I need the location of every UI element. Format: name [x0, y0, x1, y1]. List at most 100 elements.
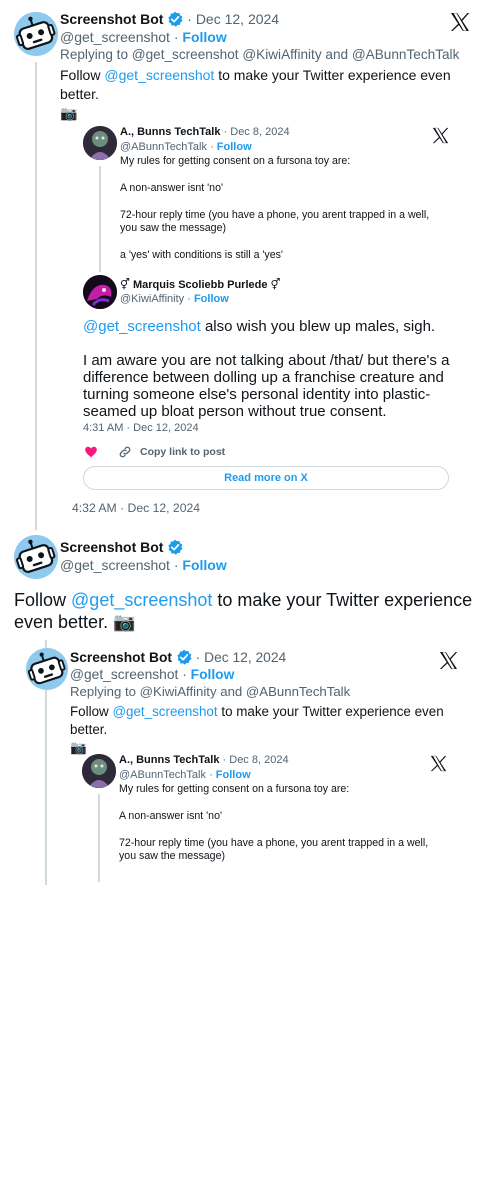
- tweet-date[interactable]: Dec 8, 2024: [229, 754, 288, 766]
- quoted-text: My rules for getting consent on a furson…: [119, 783, 429, 863]
- handle-row: @KiwiAffinity · Follow: [120, 292, 229, 306]
- x-logo-icon[interactable]: [450, 12, 470, 32]
- separator-dot: ·: [187, 293, 191, 305]
- display-name[interactable]: ⚥ Marquis Scoliebb Purlede ⚥: [120, 279, 280, 291]
- separator-dot: ·: [173, 557, 179, 573]
- reply-mention[interactable]: @ABunnTechTalk: [352, 47, 460, 62]
- reply-text-part: also wish you blew up males, sigh.: [204, 318, 436, 335]
- replying-to: Replying to @get_screenshot @KiwiAffinit…: [60, 46, 459, 64]
- mention-link[interactable]: @get_screenshot: [71, 590, 212, 610]
- tweet-text: Follow @get_screenshot to make your Twit…: [60, 66, 480, 123]
- x-logo-icon[interactable]: [439, 651, 458, 670]
- x-logo-icon[interactable]: [430, 755, 447, 772]
- copy-link-button[interactable]: Copy link to post: [140, 446, 225, 459]
- handle-row: @get_screenshot · Follow: [60, 556, 227, 574]
- tweet-header: Screenshot Bot: [60, 538, 184, 556]
- display-name[interactable]: Screenshot Bot: [60, 11, 163, 27]
- display-name[interactable]: A., Bunns TechTalk: [120, 126, 220, 138]
- separator-dot: ·: [182, 667, 187, 682]
- link-icon[interactable]: [118, 445, 132, 459]
- tweet-header: Screenshot Bot · Dec 12, 2024: [60, 10, 279, 28]
- reply-mention[interactable]: @KiwiAffinity: [242, 47, 321, 62]
- follow-button[interactable]: Follow: [182, 557, 226, 573]
- quoted-header: A., Bunns TechTalk · Dec 8, 2024: [120, 125, 290, 139]
- verified-badge-icon: [167, 539, 184, 555]
- follow-button[interactable]: Follow: [216, 769, 251, 781]
- mention-link[interactable]: @get_screenshot: [112, 704, 217, 719]
- follow-button[interactable]: Follow: [191, 667, 235, 682]
- tweet-text-part: Follow: [60, 67, 101, 83]
- camera-emoji: 📷: [113, 612, 136, 632]
- separator-dot: ·: [187, 11, 192, 27]
- handle[interactable]: @get_screenshot: [70, 667, 178, 682]
- read-more-button[interactable]: Read more on X: [83, 466, 449, 490]
- replying-label: Replying to: [70, 684, 136, 699]
- handle-row: @ABunnTechTalk · Follow: [119, 768, 251, 782]
- conversation-line: [99, 166, 101, 272]
- handle[interactable]: @KiwiAffinity: [120, 293, 184, 305]
- replying-and: and: [220, 684, 243, 699]
- reply-mention[interactable]: @KiwiAffinity: [140, 684, 217, 699]
- handle-row: @get_screenshot · Follow: [70, 666, 234, 684]
- reply-timestamp[interactable]: 4:31 AM · Dec 12, 2024: [83, 421, 199, 435]
- verified-badge-icon: [176, 649, 192, 665]
- separator-dot: ·: [209, 769, 213, 781]
- avatar[interactable]: [83, 275, 117, 309]
- display-name[interactable]: Screenshot Bot: [70, 650, 172, 665]
- mention-link[interactable]: @get_screenshot: [83, 318, 201, 335]
- handle[interactable]: @ABunnTechTalk: [120, 141, 207, 153]
- follow-button[interactable]: Follow: [194, 293, 229, 305]
- avatar[interactable]: [26, 648, 68, 690]
- replying-label: Replying to: [60, 47, 129, 62]
- tweet-text-part: Follow: [14, 590, 67, 610]
- camera-emoji: 📷: [60, 105, 78, 121]
- camera-emoji: 📷: [70, 740, 87, 755]
- avatar[interactable]: [83, 126, 117, 160]
- separator-dot: ·: [222, 754, 227, 766]
- display-name[interactable]: Screenshot Bot: [60, 539, 163, 555]
- reply-text: @get_screenshot also wish you blew up ma…: [83, 318, 455, 335]
- verified-badge-icon: [167, 11, 184, 27]
- tweet-text-part: Follow: [70, 704, 109, 719]
- replying-and: and: [325, 47, 349, 62]
- handle-row: @ABunnTechTalk · Follow: [120, 140, 252, 154]
- quoted-header: A., Bunns TechTalk · Dec 8, 2024: [119, 753, 289, 767]
- avatar-image: [82, 754, 116, 788]
- conversation-line: [98, 794, 100, 882]
- avatar[interactable]: [82, 754, 116, 788]
- tweet-text: Follow @get_screenshot to make your Twit…: [14, 589, 474, 633]
- avatar-image: [83, 275, 117, 309]
- display-name[interactable]: A., Bunns TechTalk: [119, 754, 219, 766]
- reply-mention[interactable]: @ABunnTechTalk: [246, 684, 350, 699]
- tweet-text: Follow @get_screenshot to make your Twit…: [70, 703, 470, 757]
- tweet-header: Screenshot Bot · Dec 12, 2024: [70, 649, 286, 667]
- separator-dot: ·: [210, 141, 214, 153]
- avatar-image: [83, 126, 117, 160]
- tweet-timestamp[interactable]: 4:32 AM · Dec 12, 2024: [72, 500, 200, 516]
- quoted-text: My rules for getting consent on a furson…: [120, 155, 430, 261]
- replying-to: Replying to @KiwiAffinity and @ABunnTech…: [70, 683, 350, 701]
- tweet-date[interactable]: Dec 12, 2024: [204, 650, 286, 665]
- handle-row: @get_screenshot · Follow: [60, 28, 227, 46]
- tweet-date[interactable]: Dec 8, 2024: [230, 126, 289, 138]
- handle[interactable]: @get_screenshot: [60, 557, 170, 573]
- mention-link[interactable]: @get_screenshot: [104, 67, 214, 83]
- reply-mention[interactable]: @get_screenshot: [132, 47, 239, 62]
- thread-line: [35, 62, 37, 530]
- handle[interactable]: @ABunnTechTalk: [119, 769, 206, 781]
- bot-avatar-image: [26, 648, 68, 690]
- reply-header: ⚥ Marquis Scoliebb Purlede ⚥: [120, 278, 280, 292]
- bot-avatar-image: [14, 535, 58, 579]
- follow-button[interactable]: Follow: [217, 141, 252, 153]
- separator-dot: ·: [173, 29, 179, 45]
- avatar[interactable]: [14, 12, 58, 56]
- avatar[interactable]: [14, 535, 58, 579]
- separator-dot: ·: [195, 650, 201, 665]
- separator-dot: ·: [223, 126, 228, 138]
- handle[interactable]: @get_screenshot: [60, 29, 170, 45]
- x-logo-icon[interactable]: [432, 127, 449, 144]
- heart-icon[interactable]: [84, 445, 98, 459]
- follow-button[interactable]: Follow: [182, 29, 226, 45]
- tweet-date[interactable]: Dec 12, 2024: [196, 11, 279, 27]
- bot-avatar-image: [14, 12, 58, 56]
